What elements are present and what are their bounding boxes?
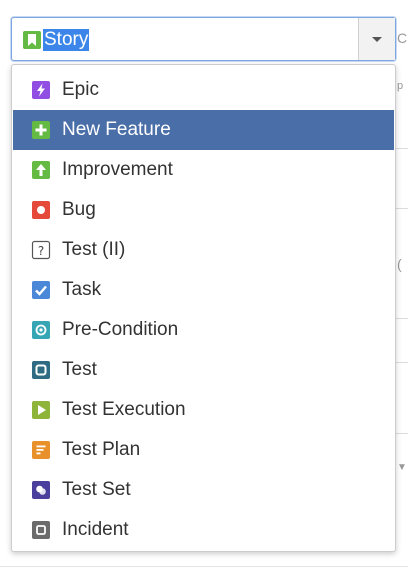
issue-type-dropdown: Epic New Feature Improvement Bug ? Test …	[11, 64, 396, 552]
background-divider	[396, 433, 408, 434]
dropdown-toggle-button[interactable]	[358, 18, 395, 60]
option-label: Test (II)	[62, 239, 126, 260]
option-label: Test Execution	[62, 399, 186, 420]
pre-condition-icon	[31, 320, 51, 340]
option-label: Test Plan	[62, 439, 141, 460]
issue-type-select-text: Story	[43, 29, 90, 51]
background-divider	[396, 148, 408, 149]
option-label: Test Set	[62, 479, 131, 500]
option-pre-condition[interactable]: Pre-Condition	[13, 310, 394, 350]
issue-type-select[interactable]: Story	[11, 17, 396, 61]
option-test-set[interactable]: Test Set	[13, 470, 394, 510]
option-label: Improvement	[62, 159, 173, 180]
background-divider	[396, 362, 408, 363]
background-fragment: ▼	[397, 462, 407, 473]
incident-icon	[31, 520, 51, 540]
improvement-icon	[31, 160, 51, 180]
option-label: Epic	[62, 79, 99, 100]
option-test-execution[interactable]: Test Execution	[13, 390, 394, 430]
option-new-feature[interactable]: New Feature	[13, 110, 394, 150]
option-label: Test	[62, 359, 97, 380]
option-test-ii[interactable]: ? Test (II)	[13, 230, 394, 270]
new-feature-icon	[31, 120, 51, 140]
background-divider	[0, 566, 408, 567]
epic-icon	[31, 80, 51, 100]
option-task[interactable]: Task	[13, 270, 394, 310]
option-epic[interactable]: Epic	[13, 70, 394, 110]
option-label: Task	[62, 279, 102, 300]
option-bug[interactable]: Bug	[13, 190, 394, 230]
test-set-icon	[31, 480, 51, 500]
task-icon	[31, 280, 51, 300]
background-fragment: C	[397, 30, 408, 46]
option-label: Bug	[62, 199, 96, 220]
option-label: New Feature	[62, 119, 171, 140]
test-plan-icon	[31, 440, 51, 460]
option-test[interactable]: Test	[13, 350, 394, 390]
option-improvement[interactable]: Improvement	[13, 150, 394, 190]
option-label: Incident	[62, 519, 129, 540]
test-ii-icon: ?	[31, 240, 51, 260]
option-label: Pre-Condition	[62, 319, 179, 340]
option-incident[interactable]: Incident	[13, 510, 394, 550]
test-icon	[31, 360, 51, 380]
background-fragment: (	[397, 256, 402, 272]
story-icon	[22, 30, 42, 50]
svg-text:?: ?	[38, 244, 44, 258]
background-fragment: p	[397, 80, 404, 92]
chevron-down-icon	[372, 36, 382, 42]
bug-icon	[31, 200, 51, 220]
option-test-plan[interactable]: Test Plan	[13, 430, 394, 470]
background-divider	[396, 208, 408, 209]
issue-type-select-value: Story	[22, 29, 90, 51]
background-divider	[396, 318, 408, 319]
test-execution-icon	[31, 400, 51, 420]
